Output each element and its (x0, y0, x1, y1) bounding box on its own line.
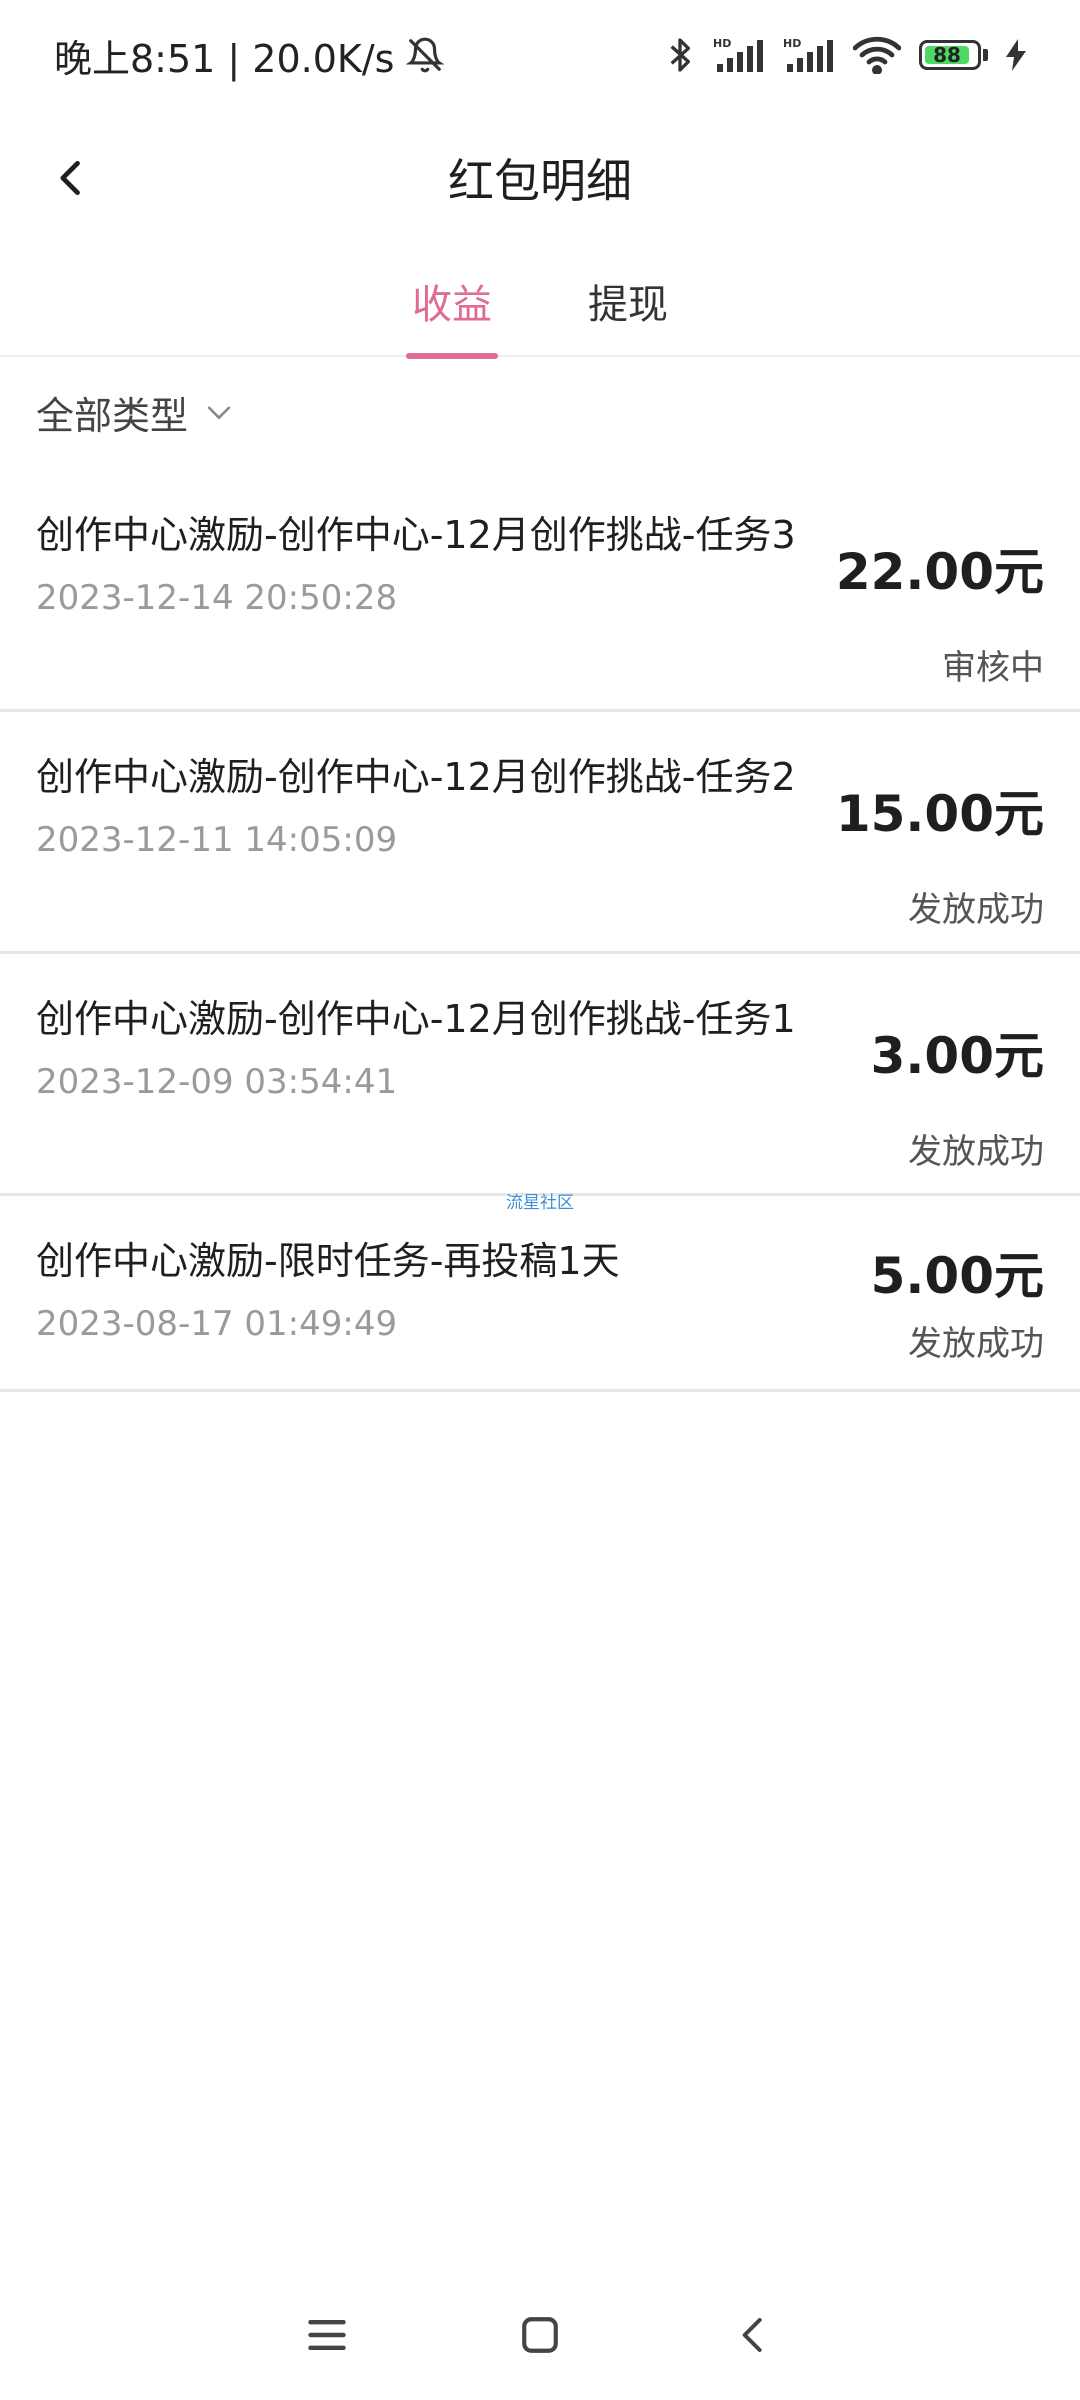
signal-hd-icon: HD (713, 36, 765, 74)
item-status: 发放成功 (908, 890, 1044, 930)
bell-off-icon (406, 36, 445, 74)
item-time: 2023-12-09 03:54:41 (36, 1062, 398, 1102)
list-item[interactable]: 创作中心激励-创作中心-12月创作挑战-任务3 2023-12-14 20:50… (0, 470, 1080, 712)
status-left: 晚上8:51 | 20.0K/s (54, 28, 445, 83)
item-title: 创作中心激励-创作中心-12月创作挑战-任务3 (36, 513, 796, 557)
list-item[interactable]: 创作中心激励-创作中心-12月创作挑战-任务2 2023-12-11 14:05… (0, 712, 1080, 954)
tab-bar: 收益 提现 (0, 245, 1080, 359)
back-arrow-icon (742, 2318, 762, 2352)
svg-text:HD: HD (713, 37, 731, 50)
item-status: 发放成功 (908, 1324, 1044, 1364)
battery-indicator: 88 (919, 40, 988, 70)
item-time: 2023-12-11 14:05:09 (36, 820, 398, 860)
page-title: 红包明细 (448, 153, 632, 208)
system-nav-bar (0, 2290, 1080, 2380)
type-filter-label: 全部类型 (36, 393, 189, 438)
tab-withdraw[interactable]: 提现 (582, 245, 674, 357)
item-status: 审核中 (942, 648, 1044, 688)
status-right: HD HD 88 (665, 35, 1026, 75)
income-list: 创作中心激励-创作中心-12月创作挑战-任务3 2023-12-14 20:50… (0, 470, 1080, 1392)
bluetooth-icon (665, 35, 695, 75)
header: 红包明细 (0, 110, 1080, 245)
status-bar: 晚上8:51 | 20.0K/s HD HD 88 (0, 0, 1080, 110)
list-item[interactable]: 创作中心激励-创作中心-12月创作挑战-任务1 2023-12-09 03:54… (0, 954, 1080, 1196)
item-title: 创作中心激励-限时任务-再投稿1天 (36, 1239, 620, 1283)
item-title: 创作中心激励-创作中心-12月创作挑战-任务2 (36, 755, 796, 799)
item-amount: 5.00元 (870, 1247, 1044, 1305)
item-time: 2023-08-17 01:49:49 (36, 1304, 398, 1344)
list-item[interactable]: 创作中心激励-限时任务-再投稿1天 2023-08-17 01:49:49 5.… (0, 1196, 1080, 1392)
item-title: 创作中心激励-创作中心-12月创作挑战-任务1 (36, 997, 796, 1041)
chevron-left-icon (60, 160, 80, 196)
menu-button[interactable] (292, 2300, 362, 2370)
status-time: 晚上8:51 | 20.0K/s (54, 36, 395, 81)
item-amount: 15.00元 (835, 785, 1044, 843)
item-status: 发放成功 (908, 1132, 1044, 1172)
back-button[interactable] (36, 142, 108, 214)
menu-icon (307, 2319, 346, 2351)
chevron-down-icon (207, 406, 231, 419)
battery-level: 88 (925, 43, 969, 67)
watermark-text: 流星社区 (506, 1193, 574, 1213)
tab-income[interactable]: 收益 (406, 245, 498, 359)
home-square-icon (522, 2317, 558, 2353)
wifi-icon (853, 36, 901, 74)
item-amount: 22.00元 (835, 543, 1044, 601)
charging-bolt-icon (1006, 39, 1026, 71)
home-button[interactable] (505, 2300, 575, 2370)
signal-hd-icon-2: HD (783, 36, 835, 74)
type-filter-dropdown[interactable]: 全部类型 (36, 382, 236, 442)
svg-text:HD: HD (783, 37, 801, 50)
system-back-button[interactable] (718, 2300, 788, 2370)
item-time: 2023-12-14 20:50:28 (36, 578, 398, 618)
item-amount: 3.00元 (870, 1027, 1044, 1085)
